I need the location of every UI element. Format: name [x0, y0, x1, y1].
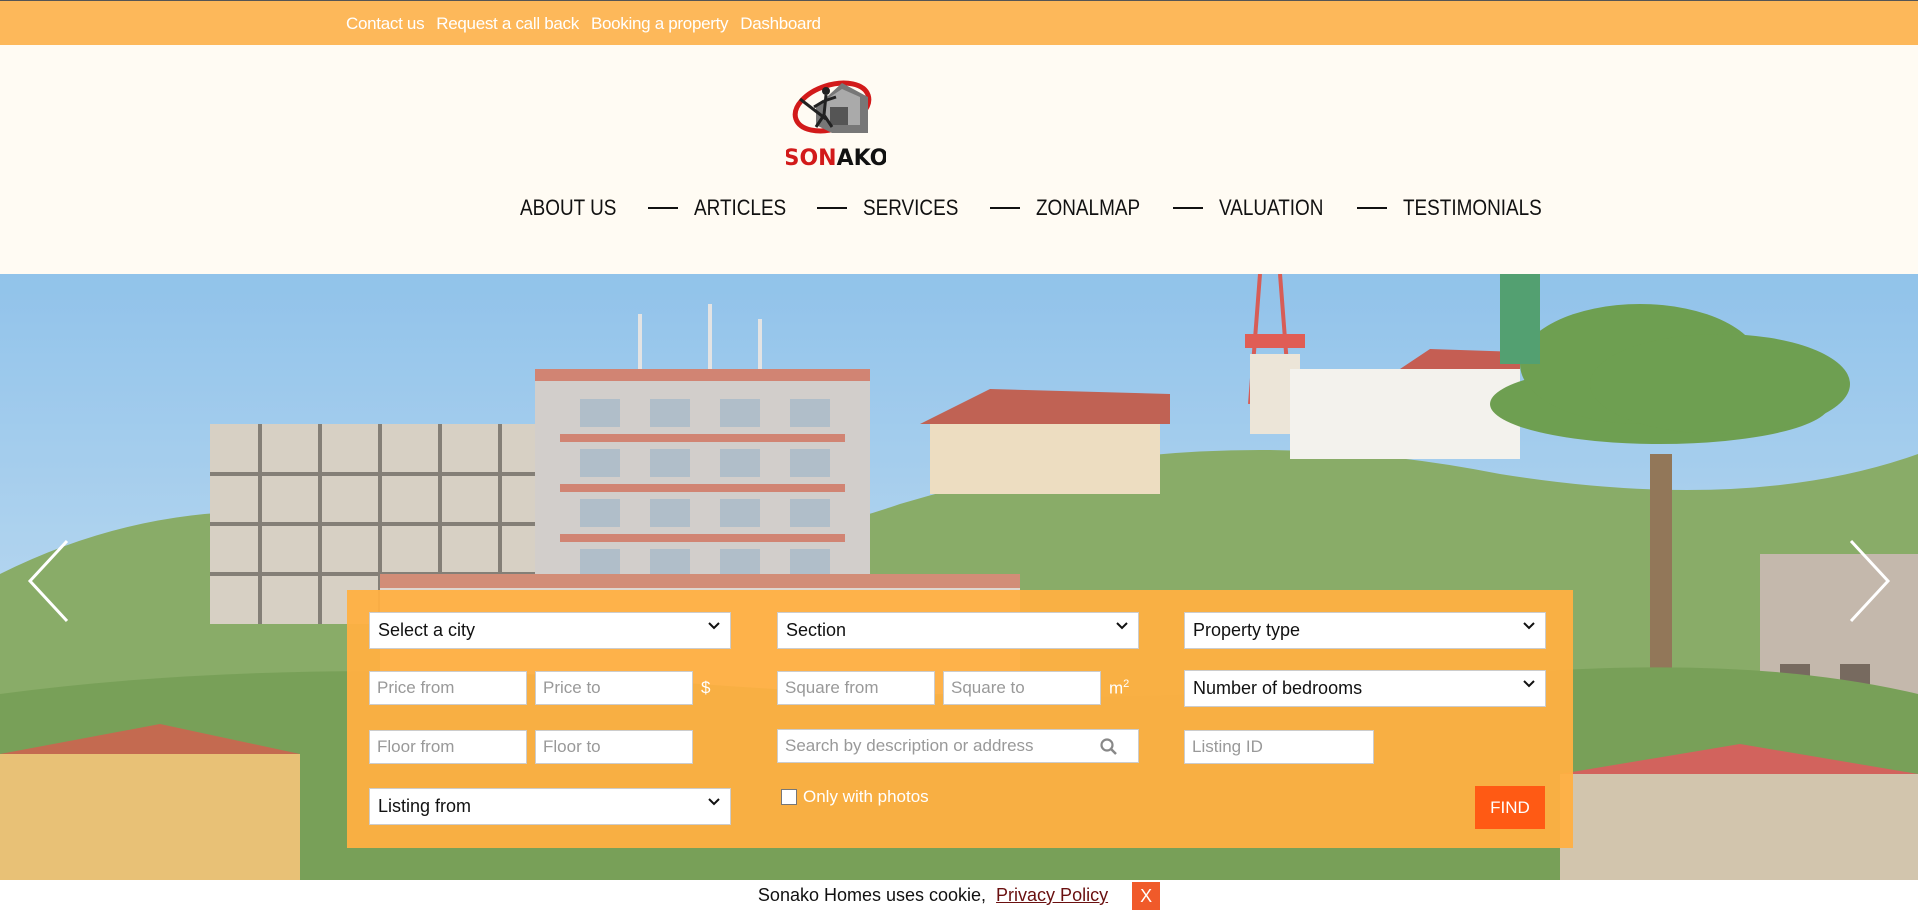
checkbox-box[interactable]	[781, 789, 797, 805]
listing-from-select[interactable]: Listing from	[369, 788, 731, 825]
nav-zonalmap[interactable]: ZONALMAP	[1036, 195, 1140, 221]
nav-valuation[interactable]: VALUATION	[1219, 195, 1323, 221]
currency-unit: $	[701, 678, 711, 697]
bedrooms-select[interactable]: Number of bedrooms	[1184, 670, 1546, 707]
property-type-select[interactable]: Property type	[1184, 612, 1546, 649]
property-search-panel: Select a city Price from Price to $ Floo…	[347, 590, 1573, 848]
only-photos-label: Only with photos	[803, 787, 929, 806]
only-photos-checkbox[interactable]: Only with photos	[781, 787, 929, 807]
sonako-logo[interactable]: SONAKO	[786, 67, 886, 171]
bedrooms-value: Number of bedrooms	[1193, 678, 1363, 698]
request-callback-link[interactable]: Request a call back	[436, 14, 579, 34]
area-unit-base: m	[1109, 678, 1124, 698]
slider-next-arrow[interactable]	[1846, 536, 1896, 626]
nav-articles[interactable]: ARTICLES	[694, 195, 786, 221]
floor-to-input[interactable]: Floor to	[535, 730, 693, 764]
section-select-value: Section	[786, 620, 847, 640]
section-select[interactable]: Section	[777, 612, 1139, 649]
find-button[interactable]: FIND	[1475, 786, 1545, 829]
chevron-down-icon	[1116, 622, 1128, 630]
slider-prev-arrow[interactable]	[22, 536, 72, 626]
chevron-down-icon	[708, 798, 720, 806]
privacy-policy-link[interactable]: Privacy Policy	[996, 885, 1108, 906]
search-icon[interactable]	[1100, 738, 1118, 756]
chevron-down-icon	[708, 622, 720, 630]
cookie-text: Sonako Homes uses cookie,	[757, 885, 987, 905]
price-from-input[interactable]: Price from	[369, 671, 527, 705]
nav-services[interactable]: SERVICES	[863, 195, 958, 221]
nav-separator	[817, 207, 848, 209]
top-bar: Contact us Request a call back Booking a…	[0, 0, 1918, 45]
dashboard-link[interactable]: Dashboard	[740, 14, 821, 34]
listing-id-input[interactable]: Listing ID	[1184, 730, 1374, 764]
site-header: SONAKO ABOUT US ARTICLES SERVICES ZONALM…	[0, 45, 1918, 274]
cookie-banner: Sonako Homes uses cookie, Privacy Policy…	[0, 880, 1918, 911]
logo-wordmark: SONAKO	[786, 146, 886, 171]
city-select[interactable]: Select a city	[369, 612, 731, 649]
nav-separator	[648, 207, 679, 209]
price-to-input[interactable]: Price to	[535, 671, 693, 705]
area-unit: m2	[1109, 678, 1129, 699]
floor-from-input[interactable]: Floor from	[369, 730, 527, 764]
chevron-down-icon	[1523, 622, 1535, 630]
area-unit-exponent: 2	[1123, 678, 1130, 690]
property-type-value: Property type	[1193, 620, 1301, 640]
nav-about-us[interactable]: ABOUT US	[520, 195, 616, 221]
booking-property-link[interactable]: Booking a property	[591, 14, 729, 34]
main-nav: ABOUT US ARTICLES SERVICES ZONALMAP VALU…	[520, 195, 1564, 221]
listing-from-value: Listing from	[378, 796, 472, 816]
description-search-input[interactable]: Search by description or address	[777, 729, 1139, 763]
chevron-down-icon	[1523, 680, 1535, 688]
nav-testimonials[interactable]: TESTIMONIALS	[1403, 195, 1542, 221]
nav-separator	[1173, 207, 1204, 209]
nav-separator	[990, 207, 1021, 209]
cookie-close-button[interactable]: X	[1132, 881, 1161, 910]
description-search-placeholder: Search by description or address	[785, 736, 1034, 755]
nav-separator	[1356, 207, 1387, 209]
contact-us-link[interactable]: Contact us	[346, 14, 425, 34]
city-select-value: Select a city	[378, 620, 476, 640]
square-to-input[interactable]: Square to	[943, 671, 1101, 705]
top-links: Contact us Request a call back Booking a…	[346, 14, 821, 34]
square-from-input[interactable]: Square from	[777, 671, 935, 705]
